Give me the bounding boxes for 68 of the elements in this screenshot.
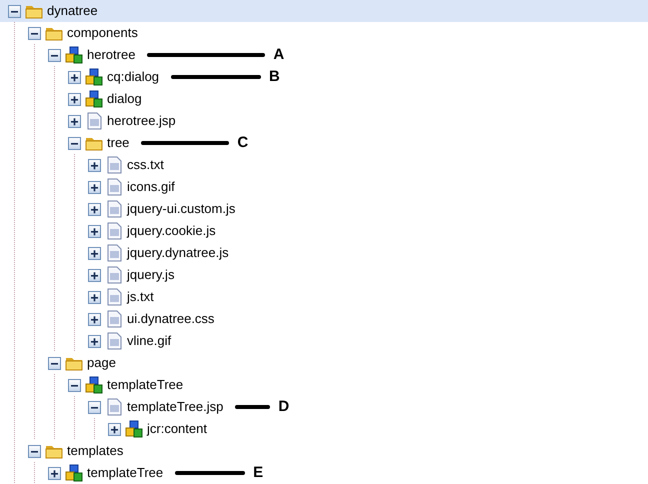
annotation-letter: E — [253, 462, 264, 483]
collapse-toggle[interactable] — [28, 26, 41, 40]
document-icon — [105, 178, 123, 196]
document-icon — [105, 244, 123, 262]
expand-toggle[interactable] — [48, 466, 61, 480]
blocks-icon — [125, 420, 143, 438]
expand-toggle[interactable] — [68, 114, 81, 128]
node-label[interactable]: dialog — [107, 91, 142, 107]
node-label[interactable]: tree — [107, 135, 130, 151]
node-label[interactable]: jquery.js — [127, 267, 174, 283]
annotation-letter: B — [269, 66, 280, 87]
blocks-icon — [65, 46, 83, 64]
node-label[interactable]: ui.dynatree.css — [127, 311, 214, 327]
collapse-toggle[interactable] — [68, 136, 81, 150]
annotation-letter: D — [278, 396, 290, 417]
document-icon — [85, 112, 103, 130]
node-label[interactable]: herotree — [87, 47, 136, 63]
node-label[interactable]: cq:dialog — [107, 69, 160, 85]
expand-toggle[interactable] — [88, 312, 101, 326]
collapse-toggle[interactable] — [88, 400, 101, 414]
node-label[interactable]: icons.gif — [127, 179, 175, 195]
node-label[interactable]: jquery.cookie.js — [127, 223, 216, 239]
blocks-icon — [85, 376, 103, 394]
blocks-icon — [65, 464, 83, 482]
node-label[interactable]: page — [87, 355, 116, 371]
expand-toggle[interactable] — [88, 202, 101, 216]
expand-toggle[interactable] — [68, 92, 81, 106]
blocks-icon — [85, 68, 103, 86]
node-label[interactable]: js.txt — [127, 289, 154, 305]
node-label[interactable]: templateTree — [87, 465, 164, 481]
expand-toggle[interactable] — [88, 268, 101, 282]
node-label[interactable]: jquery.dynatree.js — [127, 245, 229, 261]
node-label[interactable]: components — [67, 25, 138, 41]
document-icon — [105, 200, 123, 218]
annotation-line — [235, 405, 270, 409]
expand-toggle[interactable] — [88, 158, 101, 172]
expand-toggle[interactable] — [88, 290, 101, 304]
collapse-toggle[interactable] — [28, 444, 41, 458]
document-icon — [105, 222, 123, 240]
node-label[interactable]: jquery-ui.custom.js — [127, 201, 236, 217]
document-icon — [105, 398, 123, 416]
document-icon — [105, 288, 123, 306]
expand-toggle[interactable] — [68, 70, 81, 84]
annotation-letter: C — [237, 132, 248, 153]
expand-toggle[interactable] — [88, 224, 101, 238]
document-icon — [105, 266, 123, 284]
node-label[interactable]: css.txt — [127, 157, 164, 173]
document-icon — [105, 156, 123, 174]
node-label[interactable]: vline.gif — [127, 333, 172, 349]
collapse-toggle[interactable] — [48, 48, 61, 62]
expand-toggle[interactable] — [88, 334, 101, 348]
expand-toggle[interactable] — [88, 180, 101, 194]
annotation-letter: A — [273, 44, 284, 65]
document-icon — [105, 310, 123, 328]
document-icon — [105, 332, 123, 350]
node-label[interactable]: templateTree — [107, 377, 184, 393]
node-label[interactable]: dynatree — [47, 3, 98, 19]
expand-toggle[interactable] — [108, 422, 121, 436]
collapse-toggle[interactable] — [68, 378, 81, 392]
expand-toggle[interactable] — [88, 246, 101, 260]
node-label[interactable]: templateTree.jsp — [127, 399, 224, 415]
node-label[interactable]: templates — [67, 443, 124, 459]
blocks-icon — [85, 90, 103, 108]
annotation-line — [175, 471, 246, 475]
collapse-toggle[interactable] — [8, 4, 21, 18]
node-label[interactable]: jcr:content — [147, 421, 207, 437]
node-label[interactable]: herotree.jsp — [107, 113, 176, 129]
collapse-toggle[interactable] — [48, 356, 61, 370]
